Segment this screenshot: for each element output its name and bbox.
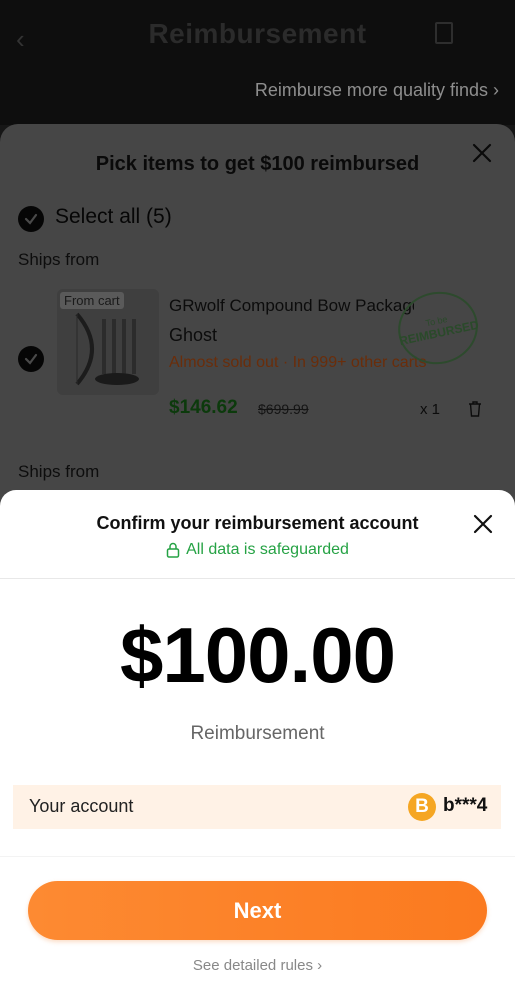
app-header: ‹ Reimbursement Reimburse more quality f… bbox=[0, 0, 515, 125]
from-cart-tag: From cart bbox=[60, 292, 124, 309]
safeguard-row: All data is safeguarded bbox=[0, 541, 515, 559]
ships-from-label: Ships from bbox=[18, 462, 100, 481]
reimburse-more-link[interactable]: Reimburse more quality finds › bbox=[255, 80, 499, 101]
reimbursement-amount: $100.00 bbox=[120, 611, 396, 699]
original-price: $699.99 bbox=[258, 401, 309, 417]
account-row[interactable]: Your account B b***4 bbox=[13, 785, 501, 829]
pick-items-title: Pick items to get $100 reimbursed bbox=[95, 153, 420, 175]
account-value: b***4 bbox=[443, 795, 488, 816]
reimbursement-label: Reimbursement bbox=[190, 723, 325, 744]
close-icon[interactable] bbox=[471, 512, 495, 536]
bitcoin-icon: B bbox=[408, 793, 436, 821]
ships-from-label: Ships from bbox=[18, 250, 100, 269]
confirm-title: Confirm your reimbursement account bbox=[96, 513, 419, 533]
product-variant: Ghost bbox=[169, 325, 218, 345]
pick-close-icon[interactable] bbox=[471, 142, 493, 164]
confirm-account-sheet: Confirm your reimbursement account All d… bbox=[0, 490, 515, 1000]
product-name[interactable]: GRwolf Compound Bow Package bbox=[169, 296, 414, 316]
select-all-checkbox[interactable] bbox=[18, 206, 44, 232]
divider bbox=[0, 578, 515, 579]
select-all-label[interactable]: Select all (5) bbox=[55, 205, 172, 229]
trash-icon[interactable] bbox=[468, 401, 482, 417]
bow-image-icon bbox=[75, 312, 139, 386]
next-button[interactable]: Next bbox=[28, 881, 487, 940]
product-price: $146.62 bbox=[169, 397, 238, 418]
item-checkbox[interactable] bbox=[18, 346, 44, 372]
product-thumbnail[interactable]: From cart bbox=[57, 289, 159, 395]
account-label: Your account bbox=[29, 796, 134, 816]
safeguard-text: All data is safeguarded bbox=[186, 541, 349, 558]
share-icon[interactable] bbox=[435, 22, 453, 44]
lock-icon bbox=[166, 542, 180, 558]
stock-note: Almost sold out · In 999+ other carts bbox=[169, 354, 427, 371]
divider bbox=[0, 856, 515, 857]
detailed-rules-link[interactable]: See detailed rules › bbox=[0, 957, 515, 974]
item-quantity[interactable]: x 1 bbox=[420, 401, 440, 418]
